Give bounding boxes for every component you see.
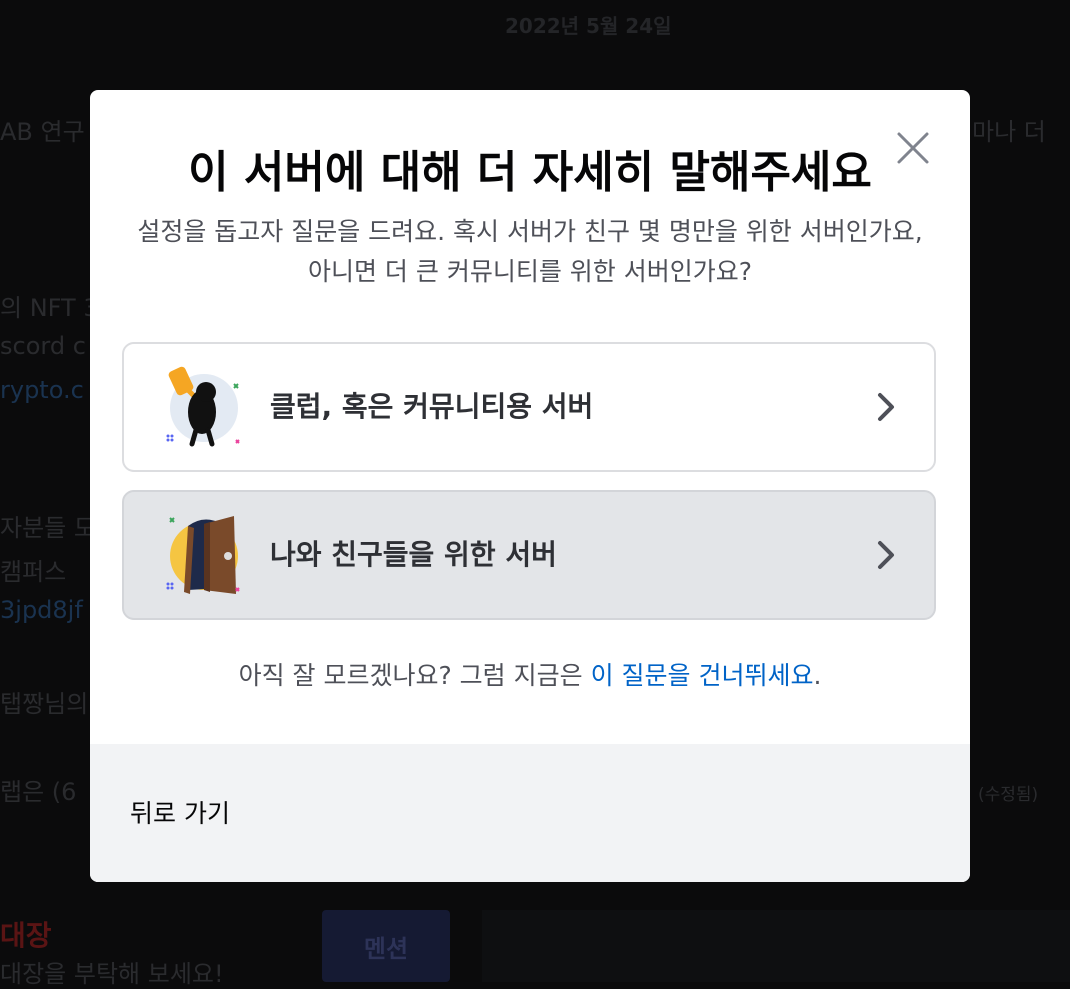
bg-fragment-12: 대장 (0, 919, 52, 952)
modal-subtitle: 설정을 돕고자 질문을 드려요. 혹시 서버가 친구 몇 명만을 위한 서버인가… (137, 217, 923, 286)
club-community-illustration-icon (166, 366, 240, 447)
bg-fragment-10: 랩은 (6 (0, 778, 77, 806)
bg-date-divider: 2022년 5월 24일 (505, 14, 672, 38)
server-type-modal: 이 서버에 대해 더 자세히 말해주세요 설정을 돕고자 질문을 드려요. 혹시… (90, 90, 970, 882)
option-club-community[interactable]: 클럽, 혹은 커뮤니티용 서버 (122, 342, 936, 472)
bg-chat-input-area (482, 910, 1070, 982)
bg-fragment-2: 마나 더 (972, 118, 1046, 146)
bg-fragment-5: rypto.c (0, 376, 84, 404)
skip-hint-suffix: . (813, 661, 822, 690)
bg-fragment-1: AB 연구 (0, 118, 85, 146)
chevron-right-icon (878, 541, 894, 569)
option-me-and-friends-label: 나와 친구들을 위한 서버 (270, 538, 557, 571)
friends-door-illustration-icon (166, 516, 240, 594)
modal-title: 이 서버에 대해 더 자세히 말해주세요 (188, 147, 872, 198)
bg-fragment-9: 탭짱님의 (0, 690, 89, 718)
skip-hint: 아직 잘 모르겠나요? 그럼 지금은 이 질문을 건너뛰세요. (90, 656, 970, 692)
chevron-right-icon (878, 393, 894, 421)
bg-fragment-7: 캠퍼스 (0, 558, 67, 586)
option-me-and-friends[interactable]: 나와 친구들을 위한 서버 (122, 490, 936, 620)
option-club-community-label: 클럽, 혹은 커뮤니티용 서버 (270, 390, 594, 423)
modal-footer: 뒤로 가기 (90, 744, 970, 882)
bg-mention-button: 멘션 (322, 910, 450, 982)
back-button[interactable]: 뒤로 가기 (130, 794, 230, 830)
bg-fragment-11: (수정됨) (978, 785, 1039, 805)
bg-fragment-13: 대장을 부탁해 보세요! (0, 960, 224, 988)
bg-fragment-4: scord c (0, 332, 86, 360)
bg-fragment-3: 의 NFT 3 (0, 294, 99, 322)
skip-hint-prefix: 아직 잘 모르겠나요? 그럼 지금은 (238, 661, 591, 690)
bg-fragment-6: 자분들 모 (0, 514, 96, 542)
bg-fragment-8: 3jpd8jf (0, 596, 83, 624)
skip-question-link[interactable]: 이 질문을 건너뛰세요 (591, 661, 814, 690)
